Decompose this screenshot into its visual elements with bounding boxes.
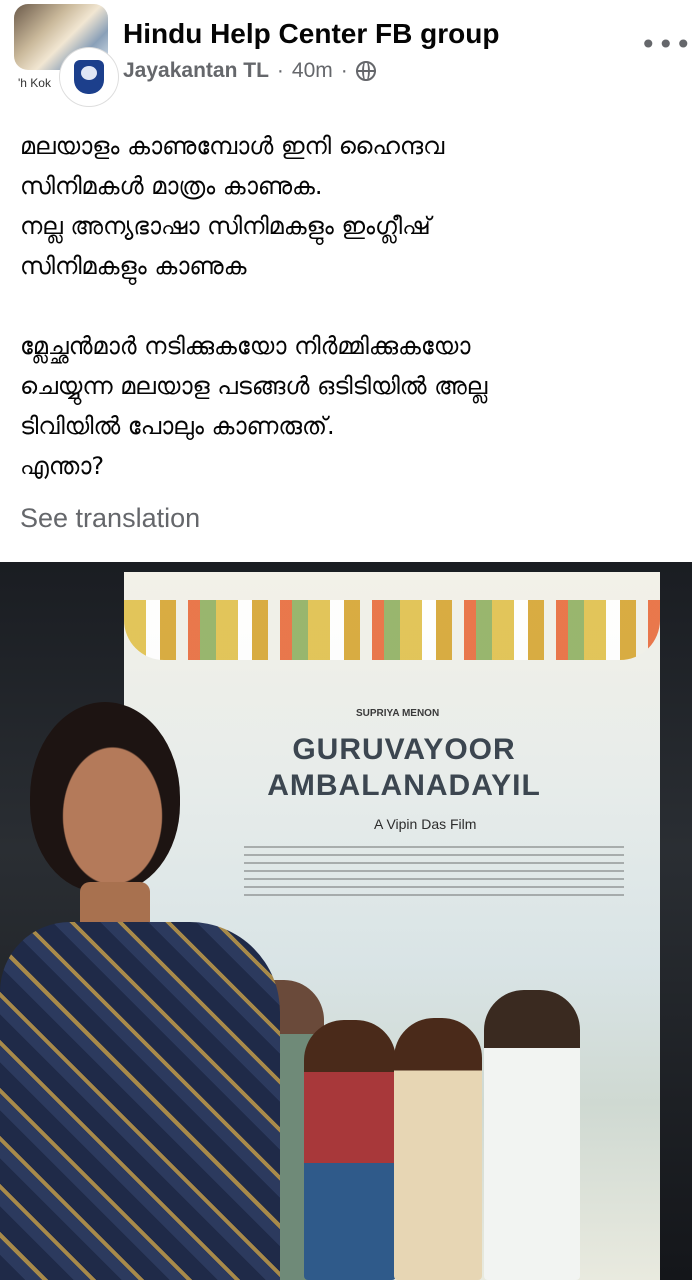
group-name-link[interactable]: Hindu Help Center FB group: [123, 18, 499, 50]
post-header: 'h Kok Hindu Help Center FB group Jayaka…: [0, 0, 692, 110]
post-line: ടിവിയിൽ പോലും കാണരുത്.: [20, 412, 335, 440]
garland-decoration: [124, 600, 660, 660]
author-name-link[interactable]: Jayakantan TL: [123, 59, 269, 83]
post-photo[interactable]: SUPRIYA MENON GURUVAYOOR AMBALANADAYIL A…: [0, 562, 692, 1280]
see-translation-link[interactable]: See translation: [20, 503, 200, 534]
post-line: എന്താ?: [20, 452, 105, 480]
more-options-icon[interactable]: •••: [640, 28, 692, 61]
post-line: മലയാളം കാണുമ്പോൾ ഇനി ഹൈന്ദവ: [20, 132, 445, 160]
profile-badge-icon: [74, 60, 104, 94]
post-line: ചെയ്യുന്ന മലയാള പടങ്ങൾ ഒടിടിയിൽ അല്ല: [20, 372, 488, 400]
woman-body: [0, 922, 280, 1280]
globe-icon: [355, 61, 376, 81]
meta-separator: ·: [276, 59, 284, 82]
avatar-tag: 'h Kok: [18, 76, 51, 90]
meta-separator-2: ·: [340, 59, 348, 82]
post-time[interactable]: 40m: [292, 59, 333, 83]
post-body: മലയാളം കാണുമ്പോൾ ഇനി ഹൈന്ദവ സിനിമകൾ മാത്…: [20, 126, 680, 486]
poster-byline: A Vipin Das Film: [374, 816, 477, 832]
post-meta: Jayakantan TL · 40m ·: [123, 59, 376, 83]
woman-figure: [0, 702, 280, 1280]
cast-figure: [484, 990, 580, 1280]
post-line: സിനിമകളും കാണുക: [20, 252, 247, 280]
woman-head: [30, 702, 180, 892]
poster-presents: SUPRIYA MENON: [356, 708, 440, 719]
post-line: മ്ലേച്ഛൻമാർ നടിക്കുകയോ നിർമ്മിക്കുകയോ: [20, 332, 471, 360]
post-line: നല്ല അന്യഭാഷാ സിനിമകളും ഇംഗ്ലീഷ്: [20, 212, 431, 240]
cast-figure: [394, 1018, 482, 1280]
poster-credits: [244, 840, 624, 900]
post-line: സിനിമകൾ മാത്രം കാണുക.: [20, 172, 323, 200]
author-avatar[interactable]: [60, 48, 118, 106]
cast-figure: [304, 1020, 396, 1280]
poster-cast: [234, 942, 614, 1280]
